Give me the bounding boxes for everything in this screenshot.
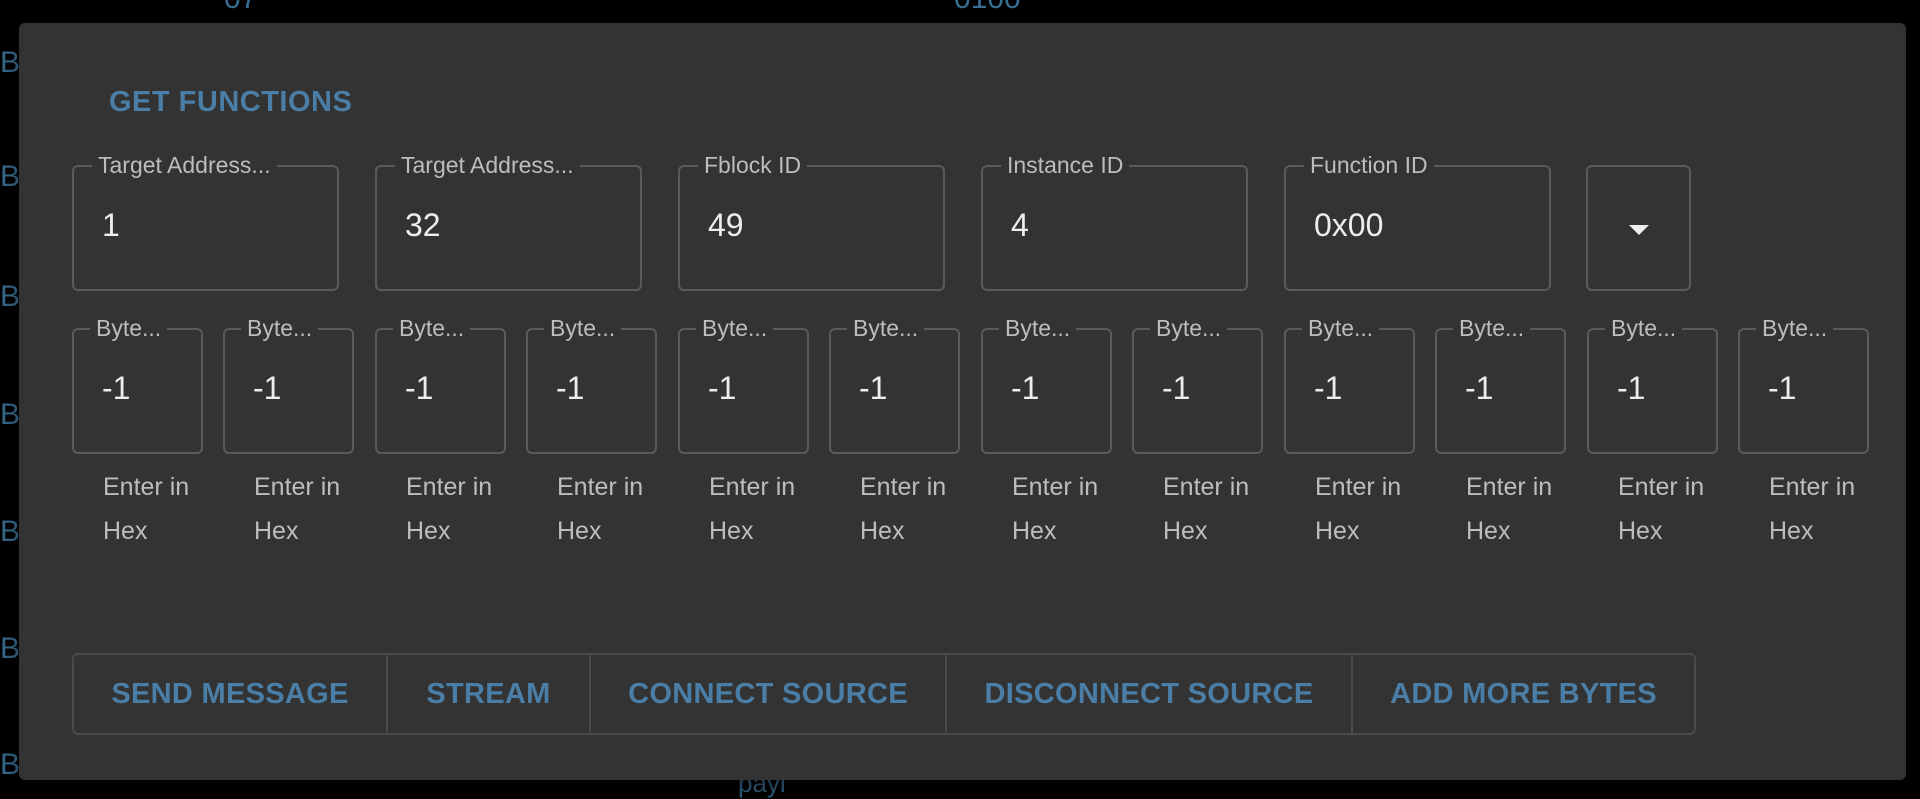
- byte-value[interactable]: -1: [708, 368, 736, 408]
- field-label: Function ID: [1304, 151, 1434, 179]
- field-value[interactable]: 49: [708, 205, 744, 245]
- field-value[interactable]: 1: [102, 205, 120, 245]
- action-button-group: SEND MESSAGE STREAM CONNECT SOURCE DISCO…: [72, 653, 1696, 735]
- byte-helper-text: Enter in Hex: [1163, 473, 1250, 545]
- byte-helper-text: Enter in Hex: [557, 473, 644, 545]
- byte-value[interactable]: -1: [102, 368, 130, 408]
- field-value[interactable]: 4: [1011, 205, 1029, 245]
- byte-label: Byte...: [1453, 314, 1531, 342]
- byte-field-7[interactable]: Byte... -1: [981, 314, 1112, 454]
- byte-helper-text: Enter in Hex: [1315, 473, 1402, 545]
- byte-helper-text: Enter in Hex: [1769, 473, 1856, 545]
- background-text-top-center: 0100: [954, 0, 1021, 16]
- byte-field-4[interactable]: Byte... -1: [526, 314, 657, 454]
- byte-value[interactable]: -1: [1314, 368, 1342, 408]
- byte-label: Byte...: [1756, 314, 1834, 342]
- byte-field-2[interactable]: Byte... -1: [223, 314, 354, 454]
- byte-helper-text: Enter in Hex: [103, 473, 190, 545]
- byte-field-1[interactable]: Byte... -1: [72, 314, 203, 454]
- byte-field-10[interactable]: Byte... -1: [1435, 314, 1566, 454]
- byte-value[interactable]: -1: [1162, 368, 1190, 408]
- caret-down-icon: [1629, 225, 1649, 235]
- byte-helper-text: Enter in Hex: [254, 473, 341, 545]
- add-more-bytes-button[interactable]: ADD MORE BYTES: [1351, 653, 1696, 735]
- field-label: Instance ID: [1001, 151, 1130, 179]
- background-side-letter: B: [0, 748, 21, 781]
- dialog-title: GET FUNCTIONS: [109, 86, 353, 118]
- byte-value[interactable]: -1: [1465, 368, 1493, 408]
- field-value[interactable]: 0x00: [1314, 205, 1383, 245]
- byte-label: Byte...: [393, 314, 471, 342]
- byte-label: Byte...: [1605, 314, 1683, 342]
- byte-field-12[interactable]: Byte... -1: [1738, 314, 1869, 454]
- byte-helper-text: Enter in Hex: [1012, 473, 1099, 545]
- target-address-field-2[interactable]: Target Address... 32: [375, 151, 642, 291]
- byte-label: Byte...: [696, 314, 774, 342]
- byte-label: Byte...: [544, 314, 622, 342]
- instance-id-field[interactable]: Instance ID 4: [981, 151, 1248, 291]
- background-side-letter: B: [0, 632, 21, 665]
- background-side-letter: B: [0, 46, 21, 79]
- byte-label: Byte...: [1150, 314, 1228, 342]
- connect-source-button[interactable]: CONNECT SOURCE: [589, 653, 947, 735]
- byte-value[interactable]: -1: [253, 368, 281, 408]
- function-id-field[interactable]: Function ID 0x00: [1284, 151, 1551, 291]
- disconnect-source-button[interactable]: DISCONNECT SOURCE: [945, 653, 1353, 735]
- byte-helper-text: Enter in Hex: [406, 473, 493, 545]
- byte-label: Byte...: [999, 314, 1077, 342]
- target-address-field-1[interactable]: Target Address... 1: [72, 151, 339, 291]
- byte-value[interactable]: -1: [405, 368, 433, 408]
- byte-field-5[interactable]: Byte... -1: [678, 314, 809, 454]
- stream-button[interactable]: STREAM: [386, 653, 591, 735]
- byte-helper-text: Enter in Hex: [709, 473, 796, 545]
- byte-label: Byte...: [90, 314, 168, 342]
- byte-helper-text: Enter in Hex: [1618, 473, 1705, 545]
- background-side-letter: B: [0, 160, 21, 193]
- background-text-top-left: 07: [224, 0, 257, 16]
- byte-value[interactable]: -1: [1011, 368, 1039, 408]
- background-side-letter: B: [0, 398, 21, 431]
- byte-label: Byte...: [1302, 314, 1380, 342]
- byte-field-11[interactable]: Byte... -1: [1587, 314, 1718, 454]
- byte-helper-text: Enter in Hex: [1466, 473, 1553, 545]
- byte-value[interactable]: -1: [1617, 368, 1645, 408]
- byte-helper-text: Enter in Hex: [860, 473, 947, 545]
- byte-value[interactable]: -1: [859, 368, 887, 408]
- field-label: Target Address...: [395, 151, 580, 179]
- field-value[interactable]: 32: [405, 205, 441, 245]
- field-label: Target Address...: [92, 151, 277, 179]
- fblock-id-field[interactable]: Fblock ID 49: [678, 151, 945, 291]
- byte-field-3[interactable]: Byte... -1: [375, 314, 506, 454]
- byte-label: Byte...: [847, 314, 925, 342]
- background-side-letter: B: [0, 515, 21, 548]
- field-label: Fblock ID: [698, 151, 808, 179]
- byte-field-6[interactable]: Byte... -1: [829, 314, 960, 454]
- byte-field-8[interactable]: Byte... -1: [1132, 314, 1263, 454]
- send-message-button[interactable]: SEND MESSAGE: [72, 653, 388, 735]
- byte-value[interactable]: -1: [556, 368, 584, 408]
- background-side-letter: B: [0, 280, 21, 313]
- byte-label: Byte...: [241, 314, 319, 342]
- function-select-dropdown[interactable]: [1586, 165, 1691, 291]
- byte-value[interactable]: -1: [1768, 368, 1796, 408]
- byte-field-9[interactable]: Byte... -1: [1284, 314, 1415, 454]
